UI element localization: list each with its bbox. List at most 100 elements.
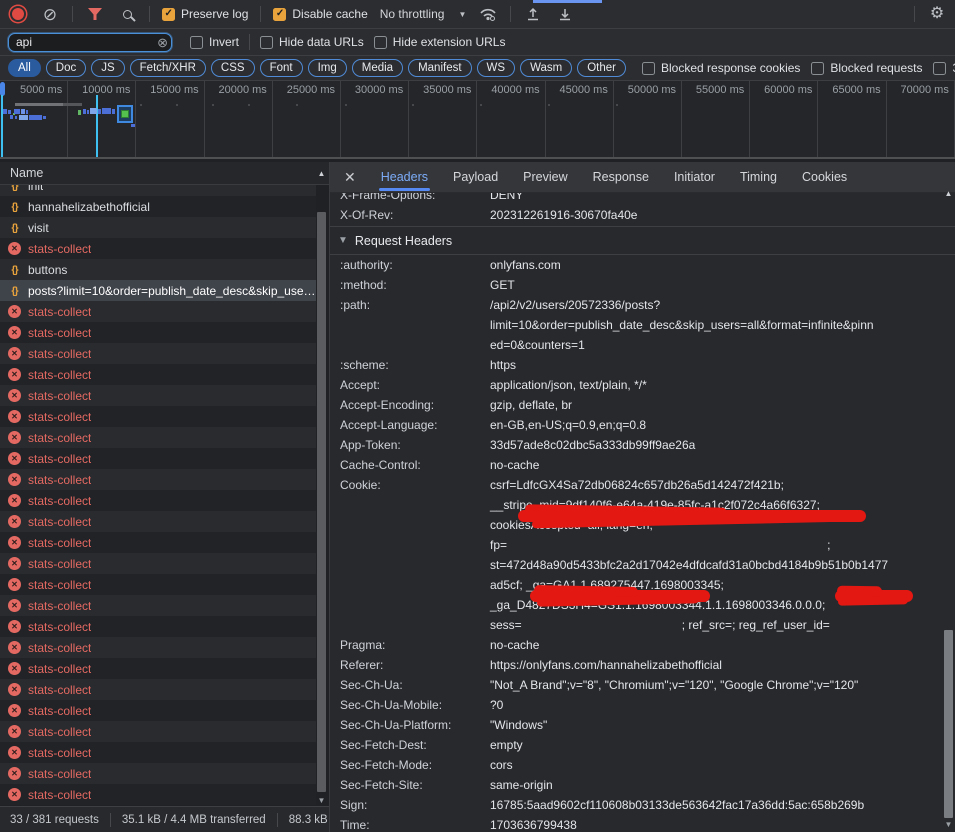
- headers-content[interactable]: X-Frame-Options: DENY X-Of-Rev: 20231226…: [330, 193, 955, 832]
- header-row: Sec-Ch-Ua: "Not_A Brand";v="8", "Chromiu…: [330, 675, 955, 695]
- request-name: stats-collect: [28, 746, 91, 760]
- request-row[interactable]: stats-collect: [0, 595, 316, 616]
- request-row[interactable]: stats-collect: [0, 343, 316, 364]
- type-filter-pill[interactable]: Media: [352, 59, 403, 77]
- type-filter-pill[interactable]: Img: [308, 59, 347, 77]
- details-tab[interactable]: Preview: [523, 162, 567, 192]
- request-row[interactable]: stats-collect: [0, 406, 316, 427]
- request-row[interactable]: stats-collect: [0, 742, 316, 763]
- network-overview[interactable]: 5000 ms10000 ms15000 ms20000 ms25000 ms3…: [0, 81, 955, 159]
- type-filter-pill[interactable]: Manifest: [408, 59, 471, 77]
- request-row[interactable]: stats-collect: [0, 658, 316, 679]
- request-row[interactable]: stats-collect: [0, 469, 316, 490]
- type-filter-pill[interactable]: All: [8, 59, 41, 77]
- error-icon: [8, 536, 21, 549]
- type-filter-pill[interactable]: Other: [577, 59, 626, 77]
- header-name: :method:: [330, 275, 490, 295]
- request-row[interactable]: stats-collect: [0, 301, 316, 322]
- settings-button[interactable]: ⚙: [927, 4, 947, 24]
- request-name: stats-collect: [28, 704, 91, 718]
- filter-input[interactable]: [8, 33, 172, 52]
- filter-button[interactable]: [85, 4, 105, 24]
- request-row[interactable]: stats-collect: [0, 532, 316, 553]
- type-filter-pill[interactable]: WS: [477, 59, 516, 77]
- request-row[interactable]: stats-collect: [0, 385, 316, 406]
- record-icon: [12, 8, 24, 20]
- request-row[interactable]: stats-collect: [0, 490, 316, 511]
- request-row[interactable]: stats-collect: [0, 322, 316, 343]
- close-icon[interactable]: ✕: [344, 169, 356, 186]
- request-row[interactable]: stats-collect: [0, 364, 316, 385]
- header-row: Pragma: no-cache: [330, 635, 955, 655]
- toolbar-divider: [149, 6, 150, 22]
- header-value: same-origin: [490, 775, 930, 795]
- disable-cache-checkbox[interactable]: Disable cache: [273, 7, 367, 21]
- invert-checkbox[interactable]: Invert: [190, 35, 239, 49]
- network-conditions-button[interactable]: [478, 4, 498, 24]
- toolbar-divider: [72, 6, 73, 22]
- type-filter-pill[interactable]: JS: [91, 59, 124, 77]
- request-row[interactable]: posts?limit=10&order=publish_date_desc&s…: [0, 280, 316, 301]
- filter-checkbox[interactable]: Blocked response cookies: [642, 61, 800, 75]
- redaction-scribble: [530, 590, 710, 602]
- details-tab[interactable]: Headers: [381, 162, 428, 192]
- request-row[interactable]: stats-collect: [0, 637, 316, 658]
- request-row[interactable]: stats-collect: [0, 511, 316, 532]
- type-filter-pill[interactable]: Wasm: [520, 59, 572, 77]
- details-tab[interactable]: Response: [593, 162, 649, 192]
- type-filter-pill[interactable]: Doc: [46, 59, 86, 77]
- details-tab[interactable]: Payload: [453, 162, 498, 192]
- scrollbar-thumb[interactable]: [944, 630, 953, 818]
- overview-drag-handle[interactable]: [0, 82, 5, 96]
- request-row[interactable]: stats-collect: [0, 700, 316, 721]
- hide-data-urls-checkbox[interactable]: Hide data URLs: [260, 35, 364, 49]
- request-row[interactable]: stats-collect: [0, 721, 316, 742]
- request-name: stats-collect: [28, 536, 91, 550]
- export-har-button[interactable]: [555, 4, 575, 24]
- hide-extension-urls-checkbox[interactable]: Hide extension URLs: [374, 35, 506, 49]
- request-row[interactable]: stats-collect: [0, 427, 316, 448]
- request-row[interactable]: stats-collect: [0, 679, 316, 700]
- devtools-network-panel: ⊘ Preserve log Disable cache No throttli…: [0, 0, 955, 832]
- request-row[interactable]: init: [0, 185, 316, 196]
- record-button[interactable]: [8, 4, 28, 24]
- details-tab[interactable]: Timing: [740, 162, 777, 192]
- request-row[interactable]: buttons: [0, 259, 316, 280]
- header-name: Time:: [330, 815, 490, 832]
- request-row[interactable]: stats-collect: [0, 553, 316, 574]
- request-row[interactable]: stats-collect: [0, 238, 316, 259]
- request-row[interactable]: stats-collect: [0, 574, 316, 595]
- header-row: X-Of-Rev: 202312261916-30670fa40e: [330, 205, 955, 225]
- header-name: Sec-Fetch-Mode:: [330, 755, 490, 775]
- details-tab[interactable]: Cookies: [802, 162, 847, 192]
- type-filter-pill[interactable]: Fetch/XHR: [130, 59, 206, 77]
- redaction-scribble: [518, 510, 866, 522]
- details-tab[interactable]: Initiator: [674, 162, 715, 192]
- request-row[interactable]: stats-collect: [0, 448, 316, 469]
- request-row[interactable]: stats-collect: [0, 784, 316, 805]
- error-icon: [8, 347, 21, 360]
- clear-button[interactable]: ⊘: [40, 4, 60, 24]
- filter-checkbox[interactable]: 3rd-party requests: [933, 61, 955, 75]
- name-column-header[interactable]: Name: [0, 162, 329, 185]
- request-row[interactable]: stats-collect: [0, 616, 316, 637]
- scrollbar-thumb[interactable]: [317, 212, 326, 792]
- import-har-button[interactable]: [523, 4, 543, 24]
- filter-checkbox[interactable]: Blocked requests: [811, 61, 922, 75]
- scroll-up-icon[interactable]: ▲: [943, 189, 954, 198]
- scroll-down-icon[interactable]: ▼: [316, 796, 327, 805]
- type-filter-pill[interactable]: CSS: [211, 59, 255, 77]
- request-headers-section[interactable]: ▼ Request Headers: [330, 227, 955, 255]
- checkbox-icon: [190, 36, 203, 49]
- throttling-dropdown[interactable]: No throttling ▼: [380, 7, 467, 21]
- scroll-down-icon[interactable]: ▼: [943, 820, 954, 829]
- scroll-up-icon[interactable]: ▲: [316, 169, 327, 178]
- request-row[interactable]: stats-collect: [0, 763, 316, 784]
- search-button[interactable]: [117, 4, 137, 24]
- clear-filter-icon[interactable]: ⊗: [157, 35, 168, 51]
- request-row[interactable]: hannahelizabethofficial: [0, 196, 316, 217]
- request-row[interactable]: visit: [0, 217, 316, 238]
- type-filter-pill[interactable]: Font: [260, 59, 303, 77]
- header-name: Cache-Control:: [330, 455, 490, 475]
- preserve-log-checkbox[interactable]: Preserve log: [162, 7, 248, 21]
